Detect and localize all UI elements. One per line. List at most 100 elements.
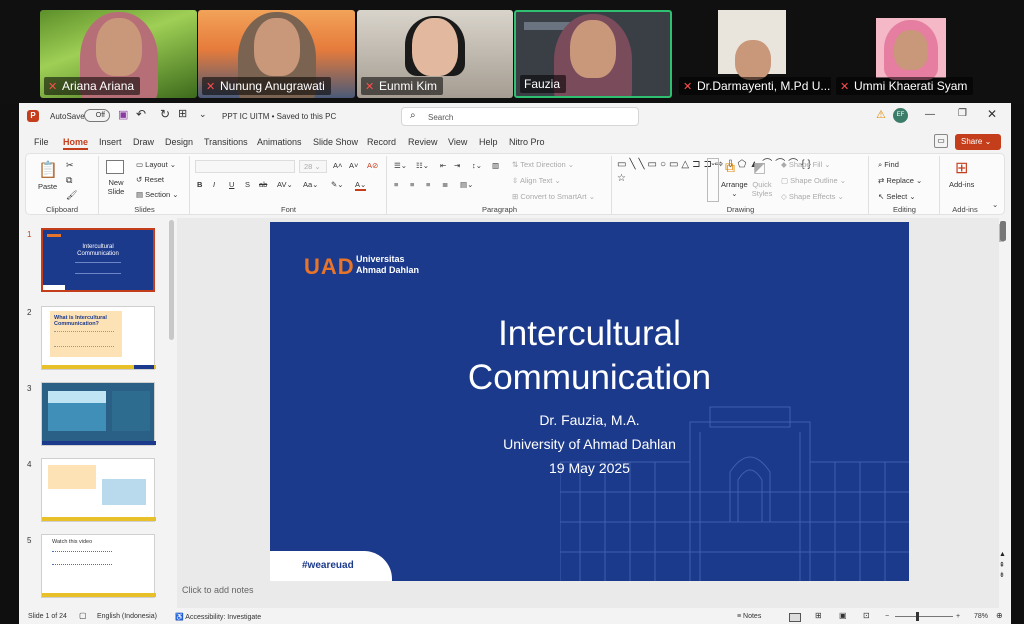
change-case-icon[interactable]: Aa⌄ — [303, 180, 318, 189]
quick-styles-icon[interactable]: ◩ — [753, 159, 766, 176]
customize-qat-icon[interactable]: ⌄ — [199, 109, 207, 120]
tab-slide-show[interactable]: Slide Show — [313, 137, 358, 147]
quick-styles-button[interactable]: Quick Styles — [749, 180, 775, 198]
close-icon[interactable]: ✕ — [987, 107, 997, 121]
tab-transitions[interactable]: Transitions — [204, 137, 248, 147]
undo-icon[interactable]: ↶ — [136, 107, 146, 121]
thumbnail-slide-3[interactable] — [41, 382, 156, 446]
align-center-icon[interactable]: ≡ — [410, 180, 414, 189]
accessibility-button[interactable]: ♿ Accessibility: Investigate — [175, 613, 261, 621]
thumbnail-slide-4[interactable] — [41, 458, 156, 522]
next-slide-icon[interactable]: ⇟ — [999, 571, 1005, 579]
participant-tile-nunung[interactable]: ✕ Nunung Anugrawati — [198, 10, 355, 98]
italic-icon[interactable]: I — [213, 180, 215, 189]
convert-smartart-button[interactable]: ⊞ Convert to SmartArt ⌄ — [512, 192, 595, 201]
search-box[interactable]: ⌕ Search — [401, 107, 639, 126]
tab-insert[interactable]: Insert — [99, 137, 122, 147]
decrease-indent-icon[interactable]: ⇤ — [440, 161, 446, 170]
tab-review[interactable]: Review — [408, 137, 438, 147]
replace-button[interactable]: ⇄ Replace ⌄ — [878, 176, 922, 185]
align-right-icon[interactable]: ≡ — [426, 180, 430, 189]
avatar[interactable]: EF — [893, 108, 908, 123]
decrease-font-icon[interactable]: A˅ — [349, 161, 358, 170]
new-slide-button[interactable]: New Slide — [104, 178, 128, 196]
language-indicator[interactable]: English (Indonesia) — [97, 613, 157, 620]
copy-icon[interactable]: ⧉ — [66, 175, 72, 186]
tab-file[interactable]: File — [34, 137, 49, 147]
minimize-icon[interactable]: — — [925, 109, 935, 120]
participant-tile-darmayenti[interactable]: ✕ Dr.Darmayenti, M.Pd U... — [675, 10, 831, 98]
arrange-button[interactable]: Arrange ⌄ — [721, 180, 748, 198]
notes-placeholder[interactable]: Click to add notes — [182, 585, 254, 595]
line-spacing-icon[interactable]: ↕⌄ — [472, 161, 482, 170]
numbering-icon[interactable]: ☷⌄ — [416, 161, 429, 170]
paste-icon[interactable]: 📋 — [38, 160, 58, 180]
fit-to-window-icon[interactable]: ⊕ — [996, 611, 1003, 620]
increase-indent-icon[interactable]: ⇥ — [454, 161, 460, 170]
layout-button[interactable]: ▭ Layout ⌄ — [136, 160, 176, 169]
thumbnail-slide-1[interactable]: Intercultural Communication — [41, 228, 155, 292]
select-button[interactable]: ↖ Select ⌄ — [878, 192, 916, 201]
addins-icon[interactable]: ⊞ — [955, 158, 968, 178]
bullets-icon[interactable]: ☰⌄ — [394, 161, 407, 170]
shape-fill-button[interactable]: ◆ Shape Fill ⌄ — [781, 160, 831, 169]
warning-icon[interactable]: ⚠ — [876, 108, 886, 121]
align-left-icon[interactable]: ≡ — [394, 180, 398, 189]
tab-help[interactable]: Help — [479, 137, 498, 147]
autosave-toggle[interactable]: Off — [84, 109, 110, 122]
comments-icon[interactable]: ▭ — [934, 134, 948, 148]
align-text-button[interactable]: ⇳ Align Text ⌄ — [512, 176, 561, 185]
zoom-level[interactable]: 78% — [974, 613, 988, 620]
shapes-gallery[interactable]: ▭╲╲▭○▭△⊐⊐⇨⇩⬠▲⌒⌒⌒{}☆ — [617, 158, 811, 202]
share-button[interactable]: Share ⌄ — [955, 134, 1001, 150]
spacing-icon[interactable]: AV⌄ — [277, 180, 293, 189]
save-icon[interactable]: ▣ — [118, 108, 128, 121]
collapse-ribbon-icon[interactable]: ⌄ — [992, 200, 998, 209]
highlight-icon[interactable]: ✎⌄ — [331, 180, 344, 189]
spell-check-icon[interactable]: ▢ — [79, 611, 87, 620]
tab-design[interactable]: Design — [165, 137, 193, 147]
thumbnail-slide-5[interactable]: Watch this video — [41, 534, 156, 598]
previous-slide-icon[interactable]: ⇞ — [999, 561, 1005, 569]
participant-tile-ummi[interactable]: ✕ Ummi Khaerati Syam — [832, 10, 989, 98]
tab-home[interactable]: Home — [63, 137, 89, 150]
redo-icon[interactable]: ↻ — [160, 107, 170, 121]
participant-tile-fauzia-active[interactable]: Fauzia — [514, 10, 672, 98]
addins-button[interactable]: Add-ins — [949, 180, 974, 189]
tab-nitro-pro[interactable]: Nitro Pro — [509, 137, 545, 147]
strikethrough-icon[interactable]: ab — [259, 180, 267, 189]
increase-font-icon[interactable]: A˄ — [333, 161, 342, 170]
scroll-up-icon[interactable]: ▲ — [999, 551, 1006, 558]
normal-view-icon[interactable] — [789, 613, 801, 622]
shapes-more-icon[interactable]: ⌄ — [707, 158, 719, 202]
font-size-input[interactable]: 28 ⌄ — [299, 160, 327, 173]
find-button[interactable]: ⌕ Find — [878, 160, 899, 170]
shape-effects-button[interactable]: ◇ Shape Effects ⌄ — [781, 192, 844, 201]
participant-tile-ariana[interactable]: ✕ Ariana Ariana — [40, 10, 197, 98]
section-button[interactable]: ▤ Section ⌄ — [136, 190, 179, 199]
present-icon[interactable]: ⊞ — [178, 107, 187, 120]
text-direction-button[interactable]: ⇅ Text Direction ⌄ — [512, 160, 574, 169]
restore-icon[interactable]: ❐ — [958, 108, 967, 119]
reading-view-icon[interactable]: ▣ — [839, 611, 847, 620]
thumbnail-slide-2[interactable]: What is Intercultural Communication? — [41, 306, 156, 370]
clear-formatting-icon[interactable]: A⊘ — [367, 161, 378, 170]
underline-icon[interactable]: U — [229, 180, 234, 189]
zoom-slider[interactable] — [895, 616, 953, 617]
zoom-in-icon[interactable]: + — [956, 613, 960, 620]
notes-button[interactable]: ≡ Notes — [737, 613, 761, 620]
tab-draw[interactable]: Draw — [133, 137, 154, 147]
reset-button[interactable]: ↺ Reset — [136, 175, 164, 184]
format-painter-icon[interactable]: 🖌 — [66, 190, 77, 201]
tab-record[interactable]: Record — [367, 137, 396, 147]
shape-outline-button[interactable]: ▢ Shape Outline ⌄ — [781, 176, 846, 185]
vertical-scrollbar-thumb[interactable] — [1000, 221, 1006, 241]
arrange-icon[interactable]: ⧉ — [725, 159, 735, 176]
new-slide-icon[interactable] — [106, 160, 124, 174]
columns-icon[interactable]: ▥ — [492, 161, 499, 170]
distributed-icon[interactable]: ▤⌄ — [460, 180, 473, 189]
thumbnail-scrollbar[interactable] — [169, 220, 174, 340]
tab-animations[interactable]: Animations — [257, 137, 302, 147]
cut-icon[interactable]: ✂ — [66, 160, 74, 171]
paste-button[interactable]: Paste — [38, 182, 57, 191]
